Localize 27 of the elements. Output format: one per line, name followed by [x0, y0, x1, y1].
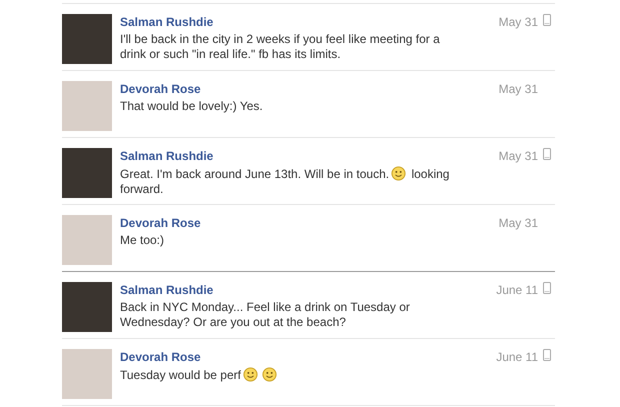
message-text: That would be lovely:) Yes.: [120, 99, 264, 114]
smiley-icon: [242, 367, 258, 382]
message-date: May 31: [498, 149, 538, 163]
message-date: June 11: [496, 283, 538, 297]
sender-name[interactable]: Devorah Rose: [120, 82, 201, 96]
smiley-icon: [262, 367, 277, 382]
smiley-icon: [391, 166, 406, 181]
message-text: Me too:): [120, 233, 166, 248]
message-date: June 11: [496, 350, 538, 364]
avatar-photo-placeholder[interactable]: [62, 81, 112, 131]
avatar-photo-placeholder[interactable]: [62, 282, 112, 332]
sender-name[interactable]: Salman Rushdie: [120, 149, 214, 163]
message-text: Tuesday would be perf: [120, 367, 465, 383]
message-text: Great. I'm back around June 13th. Will be in touch. looking forward.: [120, 166, 450, 197]
avatar-photo-placeholder[interactable]: [62, 148, 112, 198]
avatar-photo-placeholder[interactable]: [62, 349, 112, 399]
message-date: May 31: [498, 15, 538, 29]
message-date: May 31: [498, 216, 538, 230]
sender-name[interactable]: Devorah Rose: [120, 350, 201, 364]
message-date: May 31: [498, 82, 538, 96]
sender-name[interactable]: Salman Rushdie: [120, 283, 214, 297]
message-text: I'll be back in the city in 2 weeks if you feel like meeting for a drink or such "in real life." fb has its limits.: [120, 32, 441, 62]
avatar-photo-placeholder[interactable]: [62, 14, 112, 64]
avatar-photo-placeholder[interactable]: [62, 215, 112, 265]
sender-name[interactable]: Devorah Rose: [120, 216, 201, 230]
sender-name[interactable]: Salman Rushdie: [120, 15, 214, 29]
message-text: Back in NYC Monday... Feel like a drink on Tuesday or Wednesday? Or are you out at the beach?: [120, 300, 411, 330]
